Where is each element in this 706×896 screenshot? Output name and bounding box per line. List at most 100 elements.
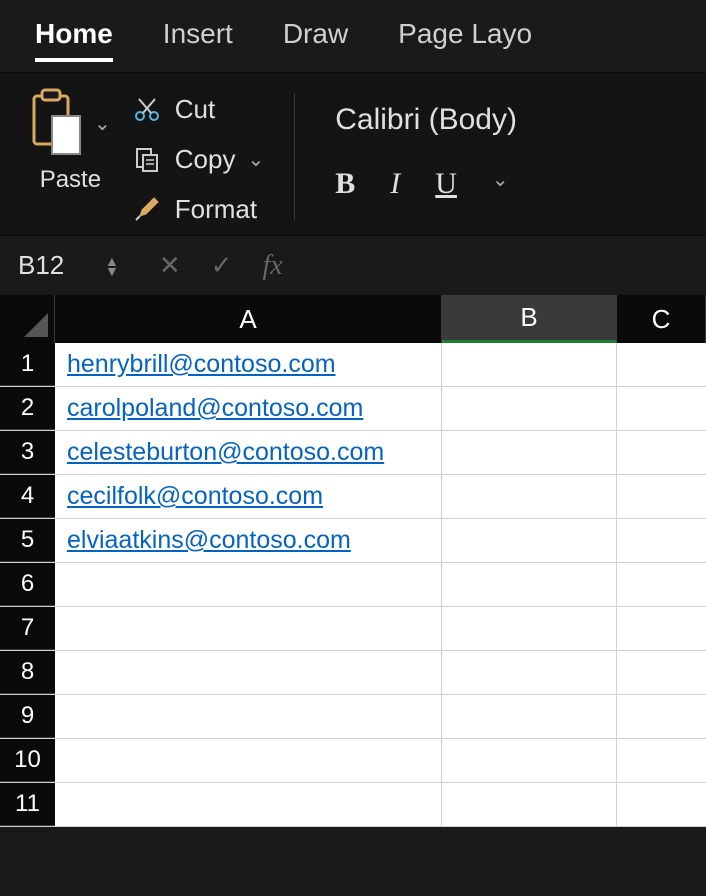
select-all-corner[interactable] [0, 295, 55, 343]
column-header-a[interactable]: A [55, 295, 442, 343]
format-label: Format [175, 194, 257, 225]
row-header[interactable]: 7 [0, 607, 55, 650]
row-header[interactable]: 11 [0, 783, 55, 826]
row-header[interactable]: 1 [0, 343, 55, 386]
cell[interactable] [442, 563, 617, 606]
paste-group: ⌄ Paste [30, 88, 111, 194]
cell[interactable]: henrybrill@contoso.com [55, 343, 442, 386]
column-header-b[interactable]: B [442, 295, 617, 343]
underline-button[interactable]: U [435, 167, 457, 201]
cell[interactable] [617, 607, 706, 650]
cell[interactable] [442, 739, 617, 782]
row-header[interactable]: 6 [0, 563, 55, 606]
bold-button[interactable]: B [335, 167, 355, 201]
copy-label: Copy [175, 144, 236, 175]
table-row: 5 elviaatkins@contoso.com [0, 519, 706, 563]
paste-label: Paste [40, 166, 101, 194]
cancel-formula-icon[interactable]: ✕ [159, 250, 181, 281]
ribbon-tabs: Home Insert Draw Page Layo [0, 0, 706, 72]
tab-home[interactable]: Home [35, 18, 113, 62]
clipboard-actions: Cut Copy ⌄ Format [131, 88, 264, 225]
cell[interactable] [442, 431, 617, 474]
cell[interactable] [55, 783, 442, 826]
fx-icon[interactable]: fx [262, 250, 282, 282]
email-link[interactable]: henrybrill@contoso.com [67, 350, 336, 379]
table-row: 2 carolpoland@contoso.com [0, 387, 706, 431]
spinner-down-icon[interactable]: ▼ [105, 266, 119, 276]
paste-icon[interactable] [30, 88, 88, 158]
cut-label: Cut [175, 94, 215, 125]
cell-reference-box[interactable]: B12 [10, 250, 105, 281]
format-painter-button[interactable]: Format [131, 193, 264, 225]
column-header-c[interactable]: C [617, 295, 706, 343]
font-group: Calibri (Body) B I U ⌄ [325, 88, 527, 201]
cell[interactable] [617, 695, 706, 738]
table-row: 8 [0, 651, 706, 695]
underline-dropdown-icon[interactable]: ⌄ [492, 167, 509, 201]
cell[interactable] [55, 651, 442, 694]
cell[interactable] [442, 607, 617, 650]
cell[interactable] [55, 695, 442, 738]
table-row: 4 cecilfolk@contoso.com [0, 475, 706, 519]
email-link[interactable]: elviaatkins@contoso.com [67, 526, 351, 555]
cell[interactable]: celesteburton@contoso.com [55, 431, 442, 474]
row-header[interactable]: 2 [0, 387, 55, 430]
row-header[interactable]: 10 [0, 739, 55, 782]
italic-button[interactable]: I [390, 167, 400, 201]
tab-page-layout[interactable]: Page Layo [398, 18, 532, 62]
row-header[interactable]: 9 [0, 695, 55, 738]
cell[interactable]: carolpoland@contoso.com [55, 387, 442, 430]
row-header[interactable]: 4 [0, 475, 55, 518]
ribbon-toolbar: ⌄ Paste Cut [0, 72, 706, 235]
email-link[interactable]: carolpoland@contoso.com [67, 394, 363, 423]
cell[interactable] [442, 519, 617, 562]
cell[interactable] [617, 431, 706, 474]
table-row: 6 [0, 563, 706, 607]
tab-insert[interactable]: Insert [163, 18, 233, 62]
column-headers: A B C [0, 295, 706, 343]
copy-button[interactable]: Copy ⌄ [131, 143, 264, 175]
table-row: 3 celesteburton@contoso.com [0, 431, 706, 475]
cell[interactable] [442, 387, 617, 430]
row-header[interactable]: 5 [0, 519, 55, 562]
cell[interactable] [442, 783, 617, 826]
row-header[interactable]: 3 [0, 431, 55, 474]
cell[interactable] [442, 475, 617, 518]
cell[interactable] [617, 651, 706, 694]
cell[interactable] [55, 607, 442, 650]
cell[interactable] [617, 563, 706, 606]
row-header[interactable]: 8 [0, 651, 55, 694]
paste-dropdown-icon[interactable]: ⌄ [94, 111, 111, 136]
cell[interactable] [442, 651, 617, 694]
email-link[interactable]: celesteburton@contoso.com [67, 438, 384, 467]
cell[interactable] [617, 783, 706, 826]
cell[interactable] [617, 387, 706, 430]
spreadsheet-grid: A B C 1 henrybrill@contoso.com 2 carolpolan… [0, 295, 706, 827]
scissors-icon [131, 93, 163, 125]
table-row: 1 henrybrill@contoso.com [0, 343, 706, 387]
cut-button[interactable]: Cut [131, 93, 264, 125]
cell[interactable] [617, 519, 706, 562]
table-row: 10 [0, 739, 706, 783]
cell[interactable] [55, 739, 442, 782]
font-name-selector[interactable]: Calibri (Body) [325, 98, 527, 142]
cell[interactable]: cecilfolk@contoso.com [55, 475, 442, 518]
formula-bar: B12 ▲ ▼ ✕ ✓ fx [0, 235, 706, 295]
cell[interactable]: elviaatkins@contoso.com [55, 519, 442, 562]
paintbrush-icon [131, 193, 163, 225]
copy-dropdown-icon[interactable]: ⌄ [247, 147, 264, 172]
accept-formula-icon[interactable]: ✓ [211, 250, 233, 281]
email-link[interactable]: cecilfolk@contoso.com [67, 482, 323, 511]
cell[interactable] [617, 475, 706, 518]
cell[interactable] [442, 695, 617, 738]
cell[interactable] [617, 739, 706, 782]
tab-draw[interactable]: Draw [283, 18, 348, 62]
cell[interactable] [442, 343, 617, 386]
toolbar-divider [294, 93, 295, 220]
copy-icon [131, 143, 163, 175]
cell[interactable] [55, 563, 442, 606]
table-row: 7 [0, 607, 706, 651]
reference-spinner[interactable]: ▲ ▼ [105, 256, 119, 276]
cell[interactable] [617, 343, 706, 386]
formula-input[interactable] [303, 236, 696, 295]
